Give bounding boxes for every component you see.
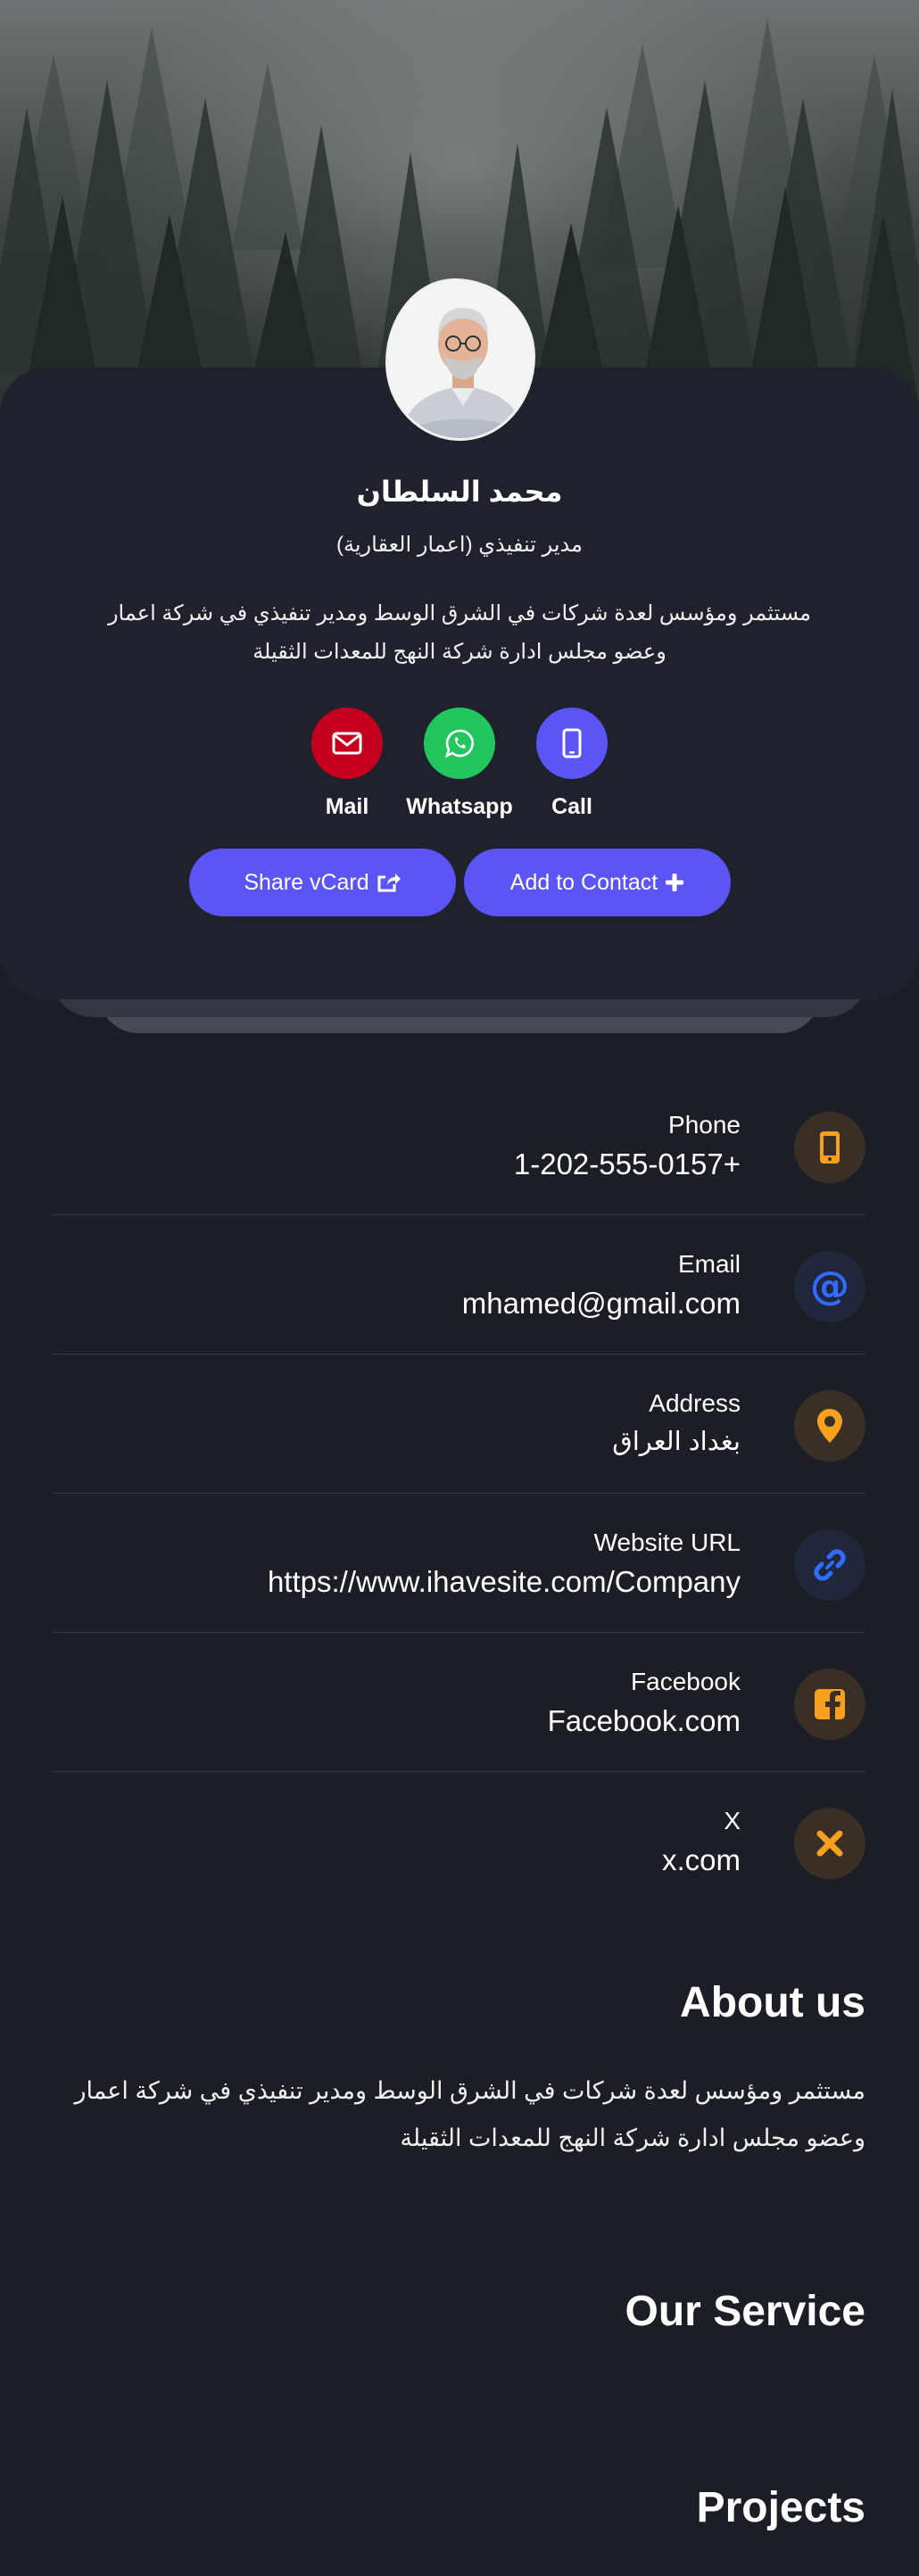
about-text: مستثمر ومؤسس لعدة شركات في الشرق الوسط و…	[74, 2077, 865, 2151]
contact-label: Website URL	[593, 1528, 741, 1556]
mail-action[interactable]: Mail	[289, 708, 405, 820]
contact-value[interactable]: https://www.ihavesite.com/Company	[268, 1565, 741, 1599]
call-label: Call	[551, 794, 592, 819]
whatsapp-label: Whatsapp	[406, 794, 513, 819]
profile-bio: مستثمر ومؤسس لعدة شركات في الشرق الوسط و…	[107, 601, 812, 664]
contact-row-phone[interactable]: Phone 1-202-555-0157+	[52, 1076, 865, 1215]
contact-value[interactable]: mhamed@gmail.com	[462, 1287, 741, 1321]
link-icon	[814, 1549, 846, 1581]
whatsapp-button[interactable]	[424, 708, 495, 779]
contact-value[interactable]: Facebook.com	[548, 1704, 741, 1738]
contact-label: Email	[677, 1250, 741, 1278]
quick-actions: Mail Whatsapp Call	[0, 708, 919, 819]
projects-title: Projects	[696, 2484, 865, 2531]
map-pin-icon	[817, 1409, 842, 1443]
contact-label: Address	[649, 1389, 741, 1417]
profile-title: مدير تنفيذي (اعمار العقارية)	[336, 533, 583, 557]
avatar	[385, 278, 535, 441]
contact-row-x[interactable]: X x.com	[52, 1772, 865, 1911]
contact-label: Facebook	[631, 1668, 741, 1695]
plus-icon	[666, 874, 684, 891]
profile-card	[0, 368, 919, 999]
mobile-phone-icon	[820, 1131, 840, 1164]
contact-icon-badge: @	[794, 1251, 865, 1322]
contact-icon-badge	[794, 1529, 865, 1601]
share-vcard-button[interactable]: Share vCard	[189, 849, 456, 916]
contact-label: Phone	[668, 1111, 741, 1139]
add-to-contact-label: Add to Contact	[509, 869, 658, 895]
contact-row-facebook[interactable]: Facebook Facebook.com	[52, 1633, 865, 1772]
call-button[interactable]	[536, 708, 608, 779]
x-icon	[816, 1830, 843, 1857]
envelope-icon	[332, 732, 362, 755]
mail-label: Mail	[325, 794, 369, 819]
contact-icon-badge	[794, 1669, 865, 1740]
service-title: Our Service	[625, 2288, 865, 2335]
contact-icon-badge	[794, 1808, 865, 1879]
contact-value[interactable]: 1-202-555-0157+	[514, 1147, 741, 1181]
mail-button[interactable]	[311, 708, 383, 779]
contact-value[interactable]: x.com	[662, 1843, 741, 1877]
call-action[interactable]: Call	[514, 708, 630, 820]
facebook-icon	[815, 1689, 845, 1719]
profile-name: محمد السلطان	[356, 476, 563, 508]
about-title: About us	[680, 1979, 865, 2026]
contact-row-address[interactable]: Address بغداد العراق	[52, 1354, 865, 1494]
contact-icon-badge	[794, 1390, 865, 1462]
contact-icon-badge	[794, 1112, 865, 1183]
whatsapp-action[interactable]: Whatsapp	[402, 708, 517, 820]
share-icon	[377, 874, 401, 892]
at-sign-icon: @	[810, 1263, 849, 1309]
contact-label: X	[724, 1807, 741, 1835]
contact-row-email[interactable]: @ Email mhamed@gmail.com	[52, 1215, 865, 1354]
contact-row-website[interactable]: Website URL https://www.ihavesite.com/Co…	[52, 1494, 865, 1633]
add-to-contact-button[interactable]: Add to Contact	[464, 849, 731, 916]
whatsapp-icon	[444, 729, 474, 758]
contact-value[interactable]: بغداد العراق	[612, 1426, 741, 1457]
share-vcard-label: Share vCard	[244, 869, 369, 895]
mobile-phone-icon	[562, 728, 582, 758]
